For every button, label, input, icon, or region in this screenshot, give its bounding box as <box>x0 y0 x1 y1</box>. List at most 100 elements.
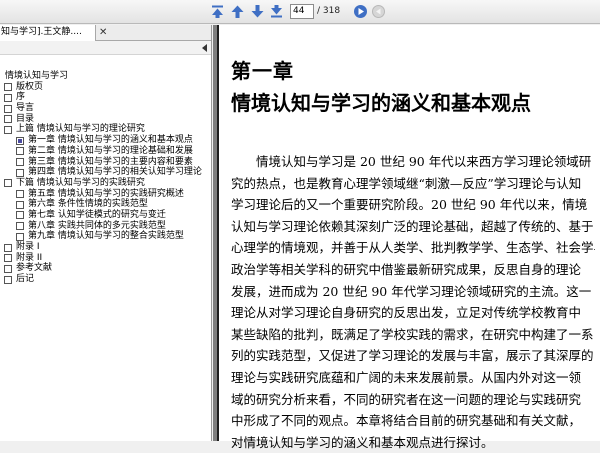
arrow-down-icon <box>251 5 264 18</box>
bookmark-item[interactable]: 第三章 情境认知与学习的主要内容和要素 <box>0 157 211 168</box>
document-page: 第一章 情境认知与学习的涵义和基本观点 情境认知与学习是 20 世纪 90 年代… <box>217 25 600 450</box>
document-tab[interactable]: 知与学习].王文静.... <box>0 25 96 41</box>
text-line: 情境认知与学习是 20 世纪 90 年代以来西方学习理论领域研 <box>231 154 592 169</box>
bookmark-label: 下篇 情境认知与学习的实践研究 <box>16 177 145 188</box>
bookmark-page-icon <box>4 179 12 188</box>
bookmark-label: 第一章 情境认知与学习的涵义和基本观点 <box>28 135 193 146</box>
bookmark-page-icon <box>16 232 24 241</box>
bookmark-page-icon <box>4 83 12 92</box>
text-line: 政治学等相关学科的研究中借鉴最新研究成果，反思自身的理论 <box>231 261 582 277</box>
back-arrow-icon <box>372 5 385 18</box>
bookmark-page-icon <box>16 158 24 166</box>
bookmark-label: 第六章 条件性情境的实践范型 <box>28 199 148 210</box>
bookmark-item[interactable]: 序 <box>0 92 211 103</box>
text-line: 学习理论后的又一个重要研究阶段。20 世纪 90 年代以来，情境 <box>231 197 588 213</box>
text-line: 对情境认知与学习的涵义和基本观点进行探讨。 <box>231 434 494 450</box>
bookmark-label: 第二章 情境认知与学习的理论基础和发展 <box>28 145 193 156</box>
bookmark-item[interactable]: 版权页 <box>0 82 211 93</box>
bookmark-page-icon <box>4 254 12 263</box>
bookmark-page-icon <box>4 243 12 252</box>
bookmark-page-icon <box>16 190 24 199</box>
chapter-title: 情境认知与学习的涵义和基本观点 <box>231 91 531 115</box>
text-line: 究的热点，也是教育心理学领域继“刺激—反应”学习理论与认知 <box>231 175 582 191</box>
bookmark-label: 附录 II <box>16 252 43 263</box>
bookmark-item[interactable]: 上篇 情境认知与学习的理论研究 <box>0 124 211 135</box>
bookmark-item[interactable]: 导言 <box>0 103 211 114</box>
bookmark-label: 第五章 情境认知与学习的实践研究概述 <box>28 188 184 199</box>
bookmark-label: 第三章 情境认知与学习的主要内容和要素 <box>28 156 193 167</box>
go-arrow-icon <box>354 5 367 18</box>
bookmark-item[interactable]: 附录 II <box>0 253 211 264</box>
bookmark-label: 后记 <box>16 274 35 285</box>
bookmark-label: 第八章 实践共同体的多元实践范型 <box>28 220 166 231</box>
bookmark-label: 导言 <box>16 103 35 114</box>
arrow-up-icon <box>231 5 244 18</box>
bookmark-page-icon <box>4 115 12 124</box>
bookmark-label: 参考文献 <box>16 263 53 274</box>
bookmark-page-icon <box>16 200 24 209</box>
last-page-button[interactable] <box>268 3 285 20</box>
bookmark-tree: 情境认知与学习 版权页序导言 目录 上篇 情境认知与学习的理论研究 第一章 情境认知与学… <box>0 71 211 285</box>
toolbar: 44 / 318 <box>0 0 600 24</box>
last-page-icon <box>271 5 282 18</box>
first-page-button[interactable] <box>209 3 226 20</box>
bookmark-item[interactable]: 第一章 情境认知与学习的涵义和基本观点 <box>0 135 211 146</box>
bookmark-item[interactable]: 附录 I <box>0 242 211 253</box>
text-line: 中形成了不同的观点。本章将结合目前的研究基础和有关文献， <box>231 413 582 429</box>
collapse-panel-icon[interactable] <box>202 44 207 52</box>
bookmark-label: 第九章 情境认知与学习的整合实践范型 <box>28 231 184 242</box>
bookmark-item[interactable]: 情境认知与学习 <box>0 71 211 82</box>
bookmark-item[interactable]: 第七章 认知学徒模式的研究与变迁 <box>0 210 211 221</box>
text-line: 列的实践范型，又促进了学习理论的发展与丰富，展示了其深厚的 <box>231 348 594 364</box>
bookmark-page-icon <box>16 222 24 231</box>
bookmark-label: 附录 I <box>16 242 40 252</box>
bookmark-label: 上篇 情境认知与学习的理论研究 <box>16 124 145 135</box>
text-line: 某些缺陷的批判，既满足了学校实践的需求，在研究中构建了一系 <box>231 326 594 342</box>
bookmark-label: 第七章 认知学徒模式的研究与变迁 <box>28 209 166 220</box>
bookmark-item[interactable]: 第九章 情境认知与学习的整合实践范型 <box>0 231 211 242</box>
page-number-input[interactable]: 44 <box>290 4 314 19</box>
bookmark-item[interactable]: 参考文献 <box>0 263 211 274</box>
text-line: 心理学的情境观，并善于从人类学、批判教学学、生态学、社会学与 <box>231 240 595 256</box>
bookmark-page-icon <box>4 264 12 273</box>
bookmark-page-icon <box>16 211 24 220</box>
bookmark-item[interactable]: 后记 <box>0 274 211 285</box>
bookmark-page-icon <box>4 104 12 113</box>
bookmark-label: 序 <box>16 92 26 103</box>
close-icon[interactable]: ✕ <box>99 27 107 38</box>
bookmark-item[interactable]: 第五章 情境认知与学习的实践研究概述 <box>0 189 211 200</box>
bookmark-page-icon <box>16 136 24 145</box>
go-button[interactable] <box>352 3 369 20</box>
bookmark-item[interactable]: 第六章 条件性情境的实践范型 <box>0 199 211 210</box>
bookmark-label: 第四章 情境认知与学习的相关认知学习理论 <box>28 167 202 178</box>
bookmark-item[interactable]: 第四章 情境认知与学习的相关认知学习理论 <box>0 167 211 178</box>
chapter-number: 第一章 <box>231 59 294 83</box>
bookmark-page-icon <box>4 125 12 134</box>
back-button[interactable] <box>370 3 387 20</box>
text-line: 理论从对学习理论自身研究的反思出发，立足对传统学校教育中 <box>231 305 582 321</box>
tab-bar: 知与学习].王文静.... ✕ <box>0 25 211 41</box>
text-line: 域的研究分析来看，不同的研究者在这一问题的理论与实践研究 <box>231 391 582 407</box>
text-line: 理论与实践研究底蕴和广阔的未来发展前景。从国内外对这一领 <box>231 369 582 385</box>
panel-header <box>0 41 211 55</box>
previous-page-button[interactable] <box>229 3 246 20</box>
page-edge-line <box>217 25 219 441</box>
bookmark-page-icon <box>4 93 12 102</box>
page-total-label: / 318 <box>317 6 341 16</box>
bookmark-item[interactable]: 第八章 实践共同体的多元实践范型 <box>0 221 211 232</box>
bookmark-item[interactable]: 第二章 情境认知与学习的理论基础和发展 <box>0 146 211 157</box>
bookmark-item[interactable]: 下篇 情境认知与学习的实践研究 <box>0 178 211 189</box>
bookmark-label: 目录 <box>16 113 35 124</box>
bookmark-label: 版权页 <box>16 81 44 92</box>
first-page-icon <box>212 5 223 18</box>
bookmark-page-icon <box>4 275 12 284</box>
document-viewport[interactable]: 第一章 情境认知与学习的涵义和基本观点 情境认知与学习是 20 世纪 90 年代… <box>213 25 600 450</box>
text-line: 认知与学习理论依赖其深刻广泛的理论基础，超越了传统的、基于 <box>231 218 594 234</box>
body-text: 情境认知与学习是 20 世纪 90 年代以来西方学习理论领域研 究的热点，也是教育… <box>231 151 595 453</box>
bookmark-page-icon <box>16 168 24 177</box>
bookmark-item[interactable]: 目录 <box>0 114 211 125</box>
text-line: 发展，进而成为 20 世纪 90 年代学习理论领域研究的主流。这一 <box>231 283 592 299</box>
bookmark-label: 情境认知与学习 <box>5 71 69 81</box>
bookmark-page-icon <box>16 147 24 156</box>
next-page-button[interactable] <box>249 3 266 20</box>
